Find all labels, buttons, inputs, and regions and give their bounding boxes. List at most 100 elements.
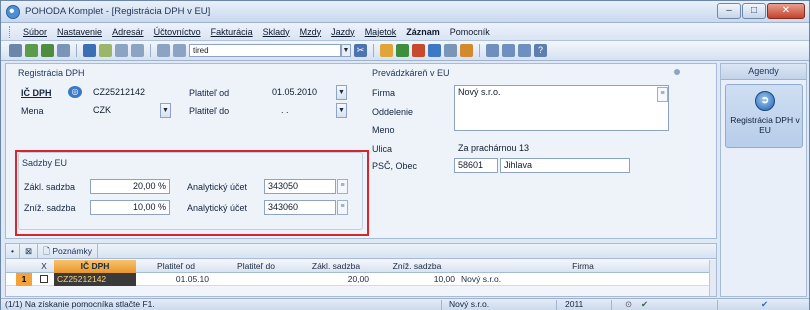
psc-field[interactable]: 58601 (454, 158, 498, 173)
ulica-field[interactable]: Za prachárnou 13 (454, 141, 634, 156)
grid-scrollbar[interactable] (709, 260, 716, 296)
app-window: POHODA Komplet - [Registrácia DPH v EU] … (0, 0, 810, 310)
registration-icon: ➲ (755, 91, 775, 111)
link-icon[interactable] (460, 44, 473, 57)
cell-zniz-sadzba[interactable]: 10,00 (376, 273, 458, 286)
status-year: 2011 (565, 299, 584, 309)
registracia-group-title: Registrácia DPH (18, 68, 85, 78)
menu-majetok[interactable]: Majetok (360, 27, 402, 37)
obec-field[interactable]: Jihlava (500, 158, 630, 173)
col-zniz-sadzba[interactable]: Zníž. sadzba (376, 260, 458, 273)
firma-field[interactable]: Nový s.r.o. (454, 85, 669, 131)
platitel-od-dropdown[interactable]: ▼ (336, 85, 347, 100)
preview-icon[interactable] (57, 44, 70, 57)
status-separator (556, 300, 557, 310)
menu-pomocnik[interactable]: Pomocník (445, 27, 495, 37)
mena-field[interactable]: CZK (89, 103, 154, 118)
agenda-panel: Agendy ➲ Registrácia DPH v EU (720, 63, 807, 297)
toolbar-separator (150, 44, 151, 57)
toolbar: tired ▼ ✂ ? (1, 41, 809, 61)
menu-uctovnictvo[interactable]: Účtovníctvo (149, 27, 206, 37)
window-icon[interactable] (518, 44, 531, 57)
cell-zakl-sadzba[interactable]: 20,00 (296, 273, 372, 286)
table-icon[interactable] (486, 44, 499, 57)
save-icon[interactable] (115, 44, 128, 57)
menu-grip[interactable] (9, 25, 12, 38)
search-input[interactable]: tired (189, 44, 341, 57)
print-icon[interactable] (173, 44, 186, 57)
table-row[interactable]: 1 CZ25212142 01.05.10 20,00 10,00 Nový s… (6, 273, 716, 286)
agenda-tile-label: Registrácia DPH v EU (730, 115, 800, 135)
psc-obec-label: PSČ, Obec (372, 161, 418, 171)
menu-fakturacia[interactable]: Fakturácia (206, 27, 258, 37)
minimize-button[interactable]: – (717, 3, 741, 19)
col-platitel-od[interactable]: Platiteľ od (136, 260, 216, 273)
columns-icon[interactable] (502, 44, 515, 57)
globe-icon[interactable]: ◎ (68, 86, 82, 98)
cell-ic-dph[interactable]: CZ25212142 (54, 273, 136, 286)
cell-platitel-do[interactable] (216, 273, 292, 286)
agenda-icon[interactable] (9, 44, 22, 57)
pohoda-logo-icon (6, 5, 20, 19)
edit-record-icon[interactable] (99, 44, 112, 57)
col-x[interactable]: X (36, 260, 52, 273)
list-icon[interactable] (444, 44, 457, 57)
record-form: Registrácia DPH IČ DPH ◎ CZ25212142 Plat… (5, 63, 717, 239)
menu-zaznam[interactable]: Záznam (401, 27, 445, 37)
delete-icon[interactable] (412, 44, 425, 57)
mena-dropdown[interactable]: ▼ (160, 103, 171, 118)
help-icon[interactable]: ? (534, 44, 547, 57)
cell-platitel-od[interactable]: 01.05.10 (136, 273, 212, 286)
row-number: 1 (16, 273, 32, 286)
refresh-icon[interactable] (396, 44, 409, 57)
ulica-label: Ulica (372, 144, 393, 154)
status-company: Nový s.r.o. (449, 299, 490, 309)
status-hint: (1/1) Na získanie pomocníka stlačte F1. (5, 299, 155, 309)
menu-subor[interactable]: Súbor (18, 27, 52, 37)
firma-lookup-button[interactable]: ≡ (657, 87, 668, 102)
toolbar-separator (76, 44, 77, 57)
close-button[interactable]: ✕ (767, 3, 805, 19)
info-icon[interactable] (428, 44, 441, 57)
prevadzkaren-group-title: Prevádzkáreň v EU (372, 68, 450, 78)
menu-adresar[interactable]: Adresár (107, 27, 149, 37)
platitel-od-field[interactable]: 01.05.2010 (268, 85, 328, 100)
tab-filter[interactable]: ⊠ (20, 243, 39, 259)
tab-poznamky-label: Poznámky (52, 245, 92, 256)
cell-firma[interactable]: Nový s.r.o. (458, 273, 698, 286)
ok-icon: ✔ (761, 299, 769, 309)
status-separator (611, 300, 612, 310)
row-checkbox[interactable] (40, 275, 48, 283)
search-dropdown-button[interactable]: ▼ (341, 44, 351, 57)
oddelenie-label: Oddelenie (372, 107, 414, 117)
platitel-do-dropdown[interactable]: ▼ (336, 103, 347, 118)
save-all-icon[interactable] (131, 44, 144, 57)
menu-nastavenie[interactable]: Nastavenie (52, 27, 107, 37)
platitel-do-field[interactable]: . . (268, 103, 328, 118)
tab-main[interactable]: • (6, 243, 20, 259)
firma-label: Firma (372, 88, 395, 98)
col-platitel-do[interactable]: Platiteľ do (216, 260, 296, 273)
status-bar: (1/1) Na získanie pomocníka stlačte F1. … (1, 298, 809, 310)
menu-mzdy[interactable]: Mzdy (295, 27, 327, 37)
col-ic-dph[interactable]: IČ DPH (54, 260, 136, 273)
title-bar: POHODA Komplet - [Registrácia DPH v EU] … (1, 1, 809, 23)
highlight-frame (15, 150, 369, 236)
agenda-tile-registracia[interactable]: ➲ Registrácia DPH v EU (725, 84, 803, 148)
collapse-icon[interactable] (674, 69, 680, 75)
col-firma[interactable]: Firma (458, 260, 708, 273)
folder-icon[interactable] (380, 44, 393, 57)
window-controls: – □ ✕ (717, 3, 805, 19)
new-record-icon[interactable] (83, 44, 96, 57)
copy-icon[interactable] (157, 44, 170, 57)
tab-poznamky[interactable]: 🗋 Poznámky (38, 243, 98, 259)
tree-icon[interactable] (25, 44, 38, 57)
menu-jazdy[interactable]: Jazdy (326, 27, 360, 37)
menu-sklady[interactable]: Sklady (258, 27, 295, 37)
tree-add-icon[interactable] (41, 44, 54, 57)
col-zakl-sadzba[interactable]: Zákl. sadzba (296, 260, 376, 273)
platitel-do-label: Platiteľ do (189, 106, 230, 116)
filter-icon[interactable]: ✂ (354, 44, 367, 57)
maximize-button[interactable]: □ (742, 3, 766, 19)
ic-dph-field[interactable]: CZ25212142 (89, 85, 179, 100)
